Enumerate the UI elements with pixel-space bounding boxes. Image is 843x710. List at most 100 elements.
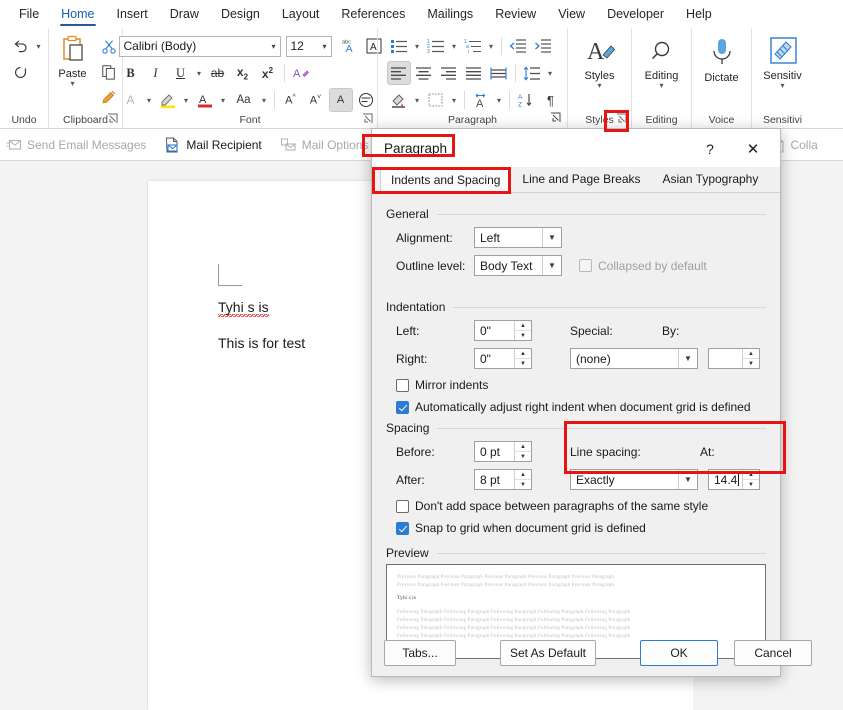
- styles-dialog-launcher[interactable]: [615, 112, 628, 125]
- ribbon-tab-file[interactable]: File: [8, 3, 50, 26]
- tab-line-and-page-breaks[interactable]: Line and Page Breaks: [511, 167, 652, 192]
- shrink-font-icon[interactable]: A˅: [304, 88, 328, 112]
- ok-button[interactable]: OK: [640, 640, 718, 666]
- tab-asian-typography[interactable]: Asian Typography: [651, 167, 770, 192]
- undo-icon[interactable]: [8, 34, 32, 58]
- strikethrough-icon[interactable]: ab: [206, 61, 230, 85]
- ribbon-tab-view[interactable]: View: [547, 3, 596, 26]
- borders-icon[interactable]: [424, 88, 448, 112]
- bullet-list-caret[interactable]: ▾: [412, 42, 423, 51]
- ribbon-tab-home[interactable]: Home: [50, 3, 105, 26]
- grow-font-icon[interactable]: A^: [279, 88, 303, 112]
- undo-dropdown-caret[interactable]: ▾: [33, 42, 44, 51]
- ribbon-tab-developer[interactable]: Developer: [596, 3, 675, 26]
- multilevel-list-caret[interactable]: ▾: [486, 42, 497, 51]
- spacing-before-stepper[interactable]: 0 pt ▲ ▼: [474, 441, 532, 462]
- sort-icon[interactable]: AZ: [514, 88, 538, 112]
- collapsed-by-default-checkbox[interactable]: [579, 259, 592, 272]
- redo-icon[interactable]: [8, 60, 32, 84]
- ribbon-tab-review[interactable]: Review: [484, 3, 547, 26]
- indent-left-stepper[interactable]: 0" ▲ ▼: [474, 320, 532, 341]
- change-case-caret[interactable]: ▾: [259, 96, 270, 105]
- dictate-button[interactable]: Dictate: [693, 33, 751, 84]
- paste-button[interactable]: Paste ▾: [51, 33, 95, 88]
- ribbon-tab-insert[interactable]: Insert: [106, 3, 159, 26]
- shading-caret[interactable]: ▾: [412, 96, 423, 105]
- underline-icon[interactable]: U: [169, 61, 193, 85]
- outline-level-select[interactable]: Body Text ▼: [474, 255, 562, 276]
- close-icon[interactable]: ✕: [738, 136, 768, 162]
- enclose-characters-icon[interactable]: [354, 88, 378, 112]
- outline-level-chevron-down-icon[interactable]: ▼: [542, 256, 561, 275]
- ribbon-tab-design[interactable]: Design: [210, 3, 271, 26]
- sensitivity-caret[interactable]: ▾: [780, 82, 784, 90]
- italic-icon[interactable]: I: [144, 61, 168, 85]
- phonetic-guide-icon[interactable]: A: [328, 88, 353, 112]
- font-color-icon[interactable]: A: [193, 88, 217, 112]
- by-spin-buttons[interactable]: ▲ ▼: [742, 349, 759, 368]
- underline-caret[interactable]: ▾: [194, 69, 205, 78]
- font-name-input[interactable]: Calibri (Body) ▾: [118, 35, 281, 57]
- line-spacing-chevron-down-icon[interactable]: ▼: [678, 470, 697, 489]
- special-chevron-down-icon[interactable]: ▼: [678, 349, 697, 368]
- line-spacing-icon[interactable]: [520, 61, 544, 85]
- asian-layout-caret[interactable]: ▾: [494, 96, 505, 105]
- set-as-default-button[interactable]: Set As Default: [500, 640, 596, 666]
- editing-caret[interactable]: ▾: [659, 82, 663, 90]
- dont-add-space-checkbox[interactable]: [396, 499, 409, 513]
- spacing-after-spin-buttons[interactable]: ▲ ▼: [514, 470, 531, 489]
- styles-caret[interactable]: ▾: [597, 82, 601, 90]
- show-formatting-marks-icon[interactable]: ¶: [539, 88, 563, 112]
- line-spacing-caret[interactable]: ▾: [545, 69, 556, 78]
- auto-adjust-right-indent-checkbox[interactable]: [396, 400, 409, 414]
- sensitivity-button[interactable]: Sensitiv ▾: [754, 33, 812, 90]
- indent-left-spin-buttons[interactable]: ▲ ▼: [514, 321, 531, 340]
- change-case-icon[interactable]: abc A: [337, 34, 361, 58]
- mirror-indents-checkbox[interactable]: [396, 378, 409, 392]
- ribbon-tab-references[interactable]: References: [330, 3, 416, 26]
- help-icon[interactable]: ?: [698, 138, 722, 160]
- editing-button[interactable]: Editing ▾: [633, 33, 691, 90]
- numbered-list-icon[interactable]: 123: [424, 34, 448, 58]
- align-center-icon[interactable]: [412, 61, 436, 85]
- shading-icon[interactable]: [387, 88, 411, 112]
- cancel-button[interactable]: Cancel: [734, 640, 812, 666]
- align-right-icon[interactable]: [437, 61, 461, 85]
- align-left-icon[interactable]: [386, 61, 411, 85]
- font-dialog-launcher[interactable]: [361, 112, 374, 125]
- decrease-indent-icon[interactable]: [506, 34, 530, 58]
- styles-button[interactable]: A Styles ▾: [571, 33, 629, 90]
- paragraph-dialog-launcher[interactable]: [549, 111, 562, 124]
- paste-caret[interactable]: ▾: [70, 80, 74, 88]
- spacing-before-spin-buttons[interactable]: ▲ ▼: [514, 442, 531, 461]
- asian-layout-icon[interactable]: A: [469, 88, 493, 112]
- subscript-icon[interactable]: x2: [231, 61, 255, 85]
- indent-right-spin-buttons[interactable]: ▲ ▼: [514, 349, 531, 368]
- ribbon-tab-draw[interactable]: Draw: [159, 3, 210, 26]
- bold-icon[interactable]: B: [119, 61, 143, 85]
- font-size-input[interactable]: 12 ▾: [285, 35, 332, 57]
- change-case-aa-icon[interactable]: Aa: [230, 88, 258, 112]
- alignment-select[interactable]: Left ▼: [474, 227, 562, 248]
- justify-icon[interactable]: [462, 61, 486, 85]
- font-color-caret[interactable]: ▾: [218, 96, 229, 105]
- numbered-list-caret[interactable]: ▾: [449, 42, 460, 51]
- special-select[interactable]: (none) ▼: [570, 348, 698, 369]
- text-highlight-none-icon[interactable]: A: [119, 88, 143, 112]
- tab-indents-and-spacing[interactable]: Indents and Spacing: [380, 168, 512, 193]
- by-stepper[interactable]: ▲ ▼: [708, 348, 760, 369]
- mail-options-button[interactable]: Mail Options: [280, 137, 368, 153]
- highlight-color-icon[interactable]: [156, 88, 180, 112]
- increase-indent-icon[interactable]: [531, 34, 555, 58]
- dialog-title-bar[interactable]: Paragraph ? ✕: [372, 129, 780, 167]
- ribbon-tab-help[interactable]: Help: [675, 3, 723, 26]
- ribbon-tab-layout[interactable]: Layout: [271, 3, 331, 26]
- bullet-list-icon[interactable]: [387, 34, 411, 58]
- text-effect-caret[interactable]: ▾: [144, 96, 155, 105]
- alignment-chevron-down-icon[interactable]: ▼: [542, 228, 561, 247]
- line-spacing-at-spin-buttons[interactable]: ▲ ▼: [742, 470, 759, 489]
- tabs-button[interactable]: Tabs...: [384, 640, 456, 666]
- spacing-after-stepper[interactable]: 8 pt ▲ ▼: [474, 469, 532, 490]
- line-spacing-select[interactable]: Exactly ▼: [570, 469, 698, 490]
- multilevel-list-icon[interactable]: 1ai: [461, 34, 485, 58]
